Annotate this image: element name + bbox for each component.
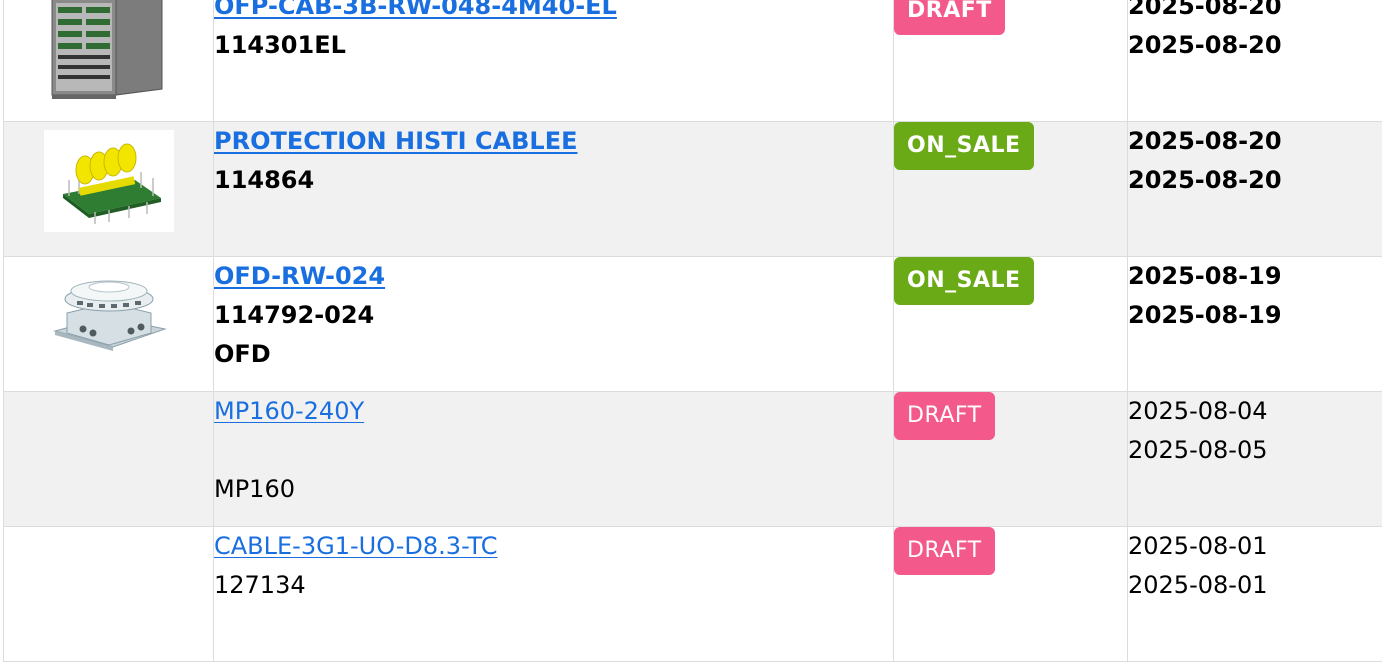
date-updated: 2025-08-20 (1128, 161, 1382, 200)
date-created: 2025-08-01 (1128, 527, 1382, 566)
name-cell: MP160-240Y MP160 (214, 392, 894, 527)
name-cell: OFD-RW-024 114792-024 OFD (214, 257, 894, 392)
date-cell: 2025-08-01 2025-08-01 (1128, 527, 1382, 662)
table-row[interactable]: OFD-RW-024 114792-024 OFD ON_SALE 2025-0… (4, 257, 1382, 392)
cabinet-image (44, 0, 174, 101)
product-title-link[interactable]: CABLE-3G1-UO-D8.3-TC (214, 532, 498, 560)
date-created: 2025-08-20 (1128, 0, 1382, 26)
status-cell: ON_SALE (894, 122, 1128, 257)
date-cell: 2025-08-20 2025-08-20 (1128, 122, 1382, 257)
surge-protector-board-image (49, 136, 169, 226)
image-cell (4, 392, 214, 527)
date-updated: 2025-08-01 (1128, 566, 1382, 605)
date-updated: 2025-08-19 (1128, 296, 1382, 335)
table-row[interactable]: PROTECTION HISTI CABLEE 114864 ON_SALE 2… (4, 122, 1382, 257)
status-badge: ON_SALE (894, 257, 1034, 305)
product-code (214, 431, 893, 470)
date-updated: 2025-08-05 (1128, 431, 1382, 470)
round-enclosure-image (47, 271, 171, 361)
products-table: OFP-CAB-3B-RW-048-4M40-EL 114301EL DRAFT… (3, 0, 1382, 662)
date-created: 2025-08-19 (1128, 257, 1382, 296)
status-cell: DRAFT (894, 0, 1128, 122)
status-cell: DRAFT (894, 392, 1128, 527)
table-row[interactable]: MP160-240Y MP160 DRAFT 2025-08-04 2025-0… (4, 392, 1382, 527)
image-cell (4, 122, 214, 257)
product-code: 127134 (214, 566, 893, 605)
image-cell (4, 527, 214, 662)
product-family: OFD (214, 335, 893, 374)
status-badge: DRAFT (894, 392, 995, 440)
product-code: 114792-024 (214, 296, 893, 335)
date-cell: 2025-08-04 2025-08-05 (1128, 392, 1382, 527)
product-title-link[interactable]: OFP-CAB-3B-RW-048-4M40-EL (214, 0, 617, 20)
status-cell: ON_SALE (894, 257, 1128, 392)
date-cell: 2025-08-19 2025-08-19 (1128, 257, 1382, 392)
name-cell: OFP-CAB-3B-RW-048-4M40-EL 114301EL (214, 0, 894, 122)
date-updated: 2025-08-20 (1128, 26, 1382, 65)
status-badge: DRAFT (894, 527, 995, 575)
image-cell (4, 0, 214, 122)
product-thumbnail[interactable] (44, 0, 174, 97)
product-code: 114301EL (214, 26, 893, 65)
name-cell: PROTECTION HISTI CABLEE 114864 (214, 122, 894, 257)
name-cell: CABLE-3G1-UO-D8.3-TC 127134 (214, 527, 894, 662)
date-created: 2025-08-04 (1128, 392, 1382, 431)
date-created: 2025-08-20 (1128, 122, 1382, 161)
table-row[interactable]: OFP-CAB-3B-RW-048-4M40-EL 114301EL DRAFT… (4, 0, 1382, 122)
image-cell (4, 257, 214, 392)
product-title-link[interactable]: MP160-240Y (214, 397, 364, 425)
status-badge: ON_SALE (894, 122, 1034, 170)
product-thumbnail[interactable] (44, 265, 174, 367)
date-cell: 2025-08-20 2025-08-20 (1128, 0, 1382, 122)
product-title-link[interactable]: PROTECTION HISTI CABLEE (214, 127, 578, 155)
product-thumbnail[interactable] (44, 130, 174, 232)
table-row[interactable]: CABLE-3G1-UO-D8.3-TC 127134 DRAFT 2025-0… (4, 527, 1382, 662)
product-code: 114864 (214, 161, 893, 200)
status-badge: DRAFT (894, 0, 1005, 35)
product-family: MP160 (214, 470, 893, 509)
status-cell: DRAFT (894, 527, 1128, 662)
product-title-link[interactable]: OFD-RW-024 (214, 262, 385, 290)
